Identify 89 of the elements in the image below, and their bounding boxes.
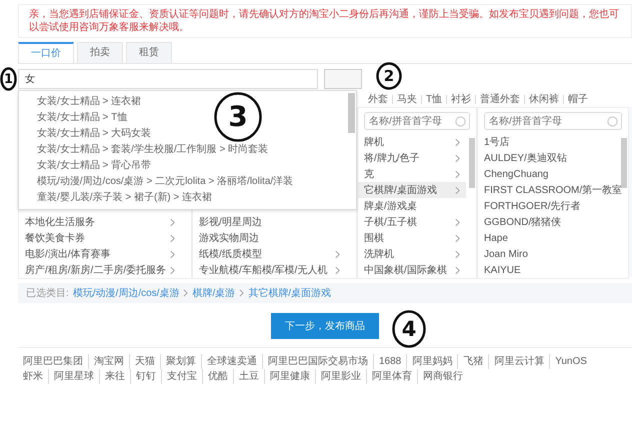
suggestion-item[interactable]: 女装/女士精品 > 大码女装	[37, 126, 152, 142]
category-item[interactable]: 纸模/纸质模型	[193, 246, 346, 262]
quick-category-link[interactable]: 帽子	[568, 92, 588, 106]
footer-link[interactable]: 阿里云计算	[488, 354, 550, 369]
suggestion-item[interactable]: 童装/婴儿装/亲子装 > 裙子(新) > 连衣裙	[37, 190, 212, 206]
category-item[interactable]: GGBOND/猪猪侠	[478, 214, 618, 230]
category-item[interactable]: 它棋牌/桌面游戏	[358, 182, 466, 198]
annotation-number: 3	[228, 103, 248, 131]
quick-category-link[interactable]: T恤	[426, 92, 442, 106]
annotation-number: 2	[384, 68, 394, 84]
tab[interactable]: 租赁	[126, 42, 172, 63]
footer-link[interactable]: YunOS	[549, 354, 592, 369]
footer-link[interactable]: 聚划算	[160, 354, 201, 369]
footer-link[interactable]: 阿里影业	[315, 369, 366, 384]
tab[interactable]: 拍卖	[77, 42, 123, 63]
suggestion-item[interactable]: 女装/女士精品 > T恤	[37, 110, 128, 126]
quick-category-link[interactable]: 马夹	[397, 92, 417, 106]
footer-link[interactable]: 虾米	[18, 369, 48, 384]
next-publish-button[interactable]: 下一步，发布商品	[271, 313, 379, 339]
category-path-link[interactable]: 模玩/动漫/周边/cos/桌游	[72, 286, 180, 300]
footer-link[interactable]: 优酷	[202, 369, 233, 384]
footer-link[interactable]: 阿里星球	[48, 369, 99, 384]
category-item[interactable]: 牌机	[358, 134, 466, 150]
footer-link[interactable]: 阿里妈妈	[406, 354, 458, 369]
search-button[interactable]	[324, 69, 362, 89]
category-item[interactable]: FORTHGOER/先行者	[478, 198, 618, 214]
footer-link[interactable]: 1688	[373, 354, 406, 369]
search-icon	[607, 116, 618, 127]
scrollbar[interactable]	[348, 93, 355, 133]
footer-link[interactable]: 钉钉	[130, 369, 161, 384]
tab[interactable]: 一口价	[18, 42, 74, 63]
footer-link[interactable]: 阿里体育	[366, 369, 417, 384]
filter-field[interactable]: 名称/拼音首字母	[364, 112, 470, 130]
category-path-link[interactable]: 其它棋牌/桌面游戏	[248, 286, 332, 300]
footer-link[interactable]: 飞猪	[457, 354, 488, 369]
annotation-number: 1	[4, 72, 14, 86]
quick-category-link[interactable]: 衬衫	[451, 92, 472, 106]
notice-banner: 亲，当您遇到店铺保证金、资质认证等问题时，请先确认对方的淘宝小二身份后再沟通，谨防上当受骗。如发布宝贝遇到问题，您也可以尝试使用咨询万象客服来解决哦。	[18, 4, 632, 38]
footer-link[interactable]: 淘宝网	[88, 354, 129, 369]
search-field[interactable]: 女	[18, 69, 318, 89]
category-item[interactable]: 专业航模/车船模/军模/无人机	[193, 262, 346, 278]
category-item[interactable]: KAIYUE	[478, 262, 618, 278]
footer-link[interactable]: 支付宝	[161, 369, 202, 384]
footer-link[interactable]: 天猫	[129, 354, 160, 369]
search-icon	[455, 116, 466, 127]
category-item[interactable]: 餐饮美食卡券	[19, 230, 181, 246]
footer-link[interactable]: 网商银行	[417, 369, 468, 384]
category-item[interactable]: 1号店	[478, 134, 618, 150]
chevron-icon	[239, 289, 244, 297]
suggestion-item[interactable]: 女装/女士精品 > 连衣裙	[37, 94, 142, 110]
category-item[interactable]: 房产/租房/新房/二手房/委托服务	[19, 262, 181, 278]
footer-link[interactable]: 阿里巴巴集团	[18, 354, 88, 369]
category-item[interactable]: 牌桌/游戏桌	[358, 198, 466, 214]
category-path-link[interactable]: 棋牌/桌游	[192, 286, 236, 300]
category-item[interactable]: 影视/明星周边	[193, 214, 346, 230]
scrollbar[interactable]	[621, 138, 627, 188]
quick-category-link[interactable]: 休闲裤	[529, 92, 560, 106]
hand-drawn-circle-drawing	[214, 92, 262, 142]
quick-category-link[interactable]: 普通外套	[480, 92, 520, 106]
footer-link[interactable]: 阿里巴巴国际交易市场	[262, 354, 373, 369]
annotation-number: 4	[402, 318, 416, 340]
scrollbar[interactable]	[469, 138, 475, 188]
category-item[interactable]: 电影/演出/体育赛事	[19, 246, 181, 262]
hand-drawn-circle-drawing	[392, 310, 426, 348]
quick-category-link[interactable]: 外套	[368, 92, 388, 106]
category-item[interactable]: 克	[358, 166, 466, 182]
filter-field[interactable]: 名称/拼音首字母	[484, 112, 622, 130]
footer-link[interactable]: 全球速卖通	[201, 354, 262, 369]
suggestion-item[interactable]: 女装/女士精品 > 套装/学生校服/工作制服 > 时尚套装	[37, 142, 268, 158]
category-item[interactable]: Joan Miro	[478, 246, 618, 262]
footer-link[interactable]: 阿里健康	[264, 369, 315, 384]
chevron-icon	[183, 289, 188, 297]
hand-drawn-circle-drawing	[376, 62, 402, 90]
footer-link[interactable]: 土豆	[233, 369, 264, 384]
category-item[interactable]: 中国象棋/国际象棋	[358, 262, 466, 278]
suggestion-item[interactable]: 模玩/动漫/周边/cos/桌游 > 二次元lolita > 洛丽塔/lolita/洋装	[37, 174, 294, 190]
selected-category-label: 已选类目:	[26, 286, 69, 300]
category-item[interactable]: 本地化生活服务	[19, 214, 181, 230]
category-item[interactable]: ChengChuang	[478, 166, 618, 182]
footer-link[interactable]: 来往	[99, 369, 130, 384]
category-item[interactable]: 围棋	[358, 230, 466, 246]
suggestion-item[interactable]: 女装/女士精品 > 背心吊带	[37, 158, 152, 174]
category-item[interactable]: 洗牌机	[358, 246, 466, 262]
category-item[interactable]: 子棋/五子棋	[358, 214, 466, 230]
hand-drawn-circle-drawing	[0, 67, 17, 91]
category-item[interactable]: 游戏实物周边	[193, 230, 346, 246]
category-item[interactable]: AULDEY/奥迪双钻	[478, 150, 618, 166]
category-item[interactable]: Hape	[478, 230, 618, 246]
category-item[interactable]: 将/牌九/色子	[358, 150, 466, 166]
